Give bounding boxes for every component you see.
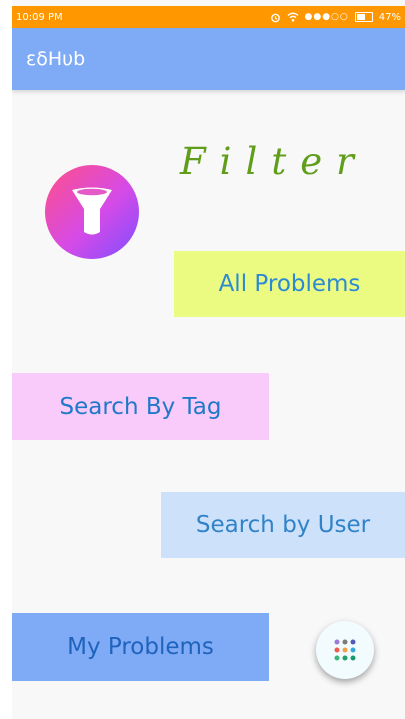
wifi-icon [287, 12, 298, 22]
status-bar: 10:09 PM ●●●○○ 47% [12, 6, 405, 28]
app-screen: 10:09 PM ●●●○○ 47% εδHυb Filter All Prob… [12, 0, 405, 719]
battery-level: 47% [378, 11, 401, 23]
app-bar: εδHυb [12, 28, 405, 90]
search-by-user-label: Search by User [195, 512, 371, 538]
all-problems-label: All Problems [218, 271, 361, 297]
funnel-icon [72, 187, 112, 235]
search-by-user-button[interactable]: Search by User [161, 492, 405, 558]
status-icons: ●●●○○ 47% [270, 11, 401, 23]
app-title: εδHυb [26, 48, 86, 70]
signal-icon: ●●●○○ [304, 12, 349, 22]
my-problems-button[interactable]: My Problems [12, 613, 269, 681]
alarm-icon [270, 13, 280, 22]
search-by-tag-button[interactable]: Search By Tag [12, 373, 269, 440]
my-problems-label: My Problems [67, 634, 214, 660]
grid-dots-icon [334, 639, 356, 661]
filter-icon [45, 165, 139, 259]
app-drawer-fab[interactable] [316, 621, 374, 679]
search-by-tag-label: Search By Tag [59, 393, 222, 420]
page-title: Filter [180, 140, 368, 183]
battery-icon [354, 12, 373, 22]
all-problems-button[interactable]: All Problems [174, 251, 405, 317]
status-time: 10:09 PM [16, 11, 63, 23]
